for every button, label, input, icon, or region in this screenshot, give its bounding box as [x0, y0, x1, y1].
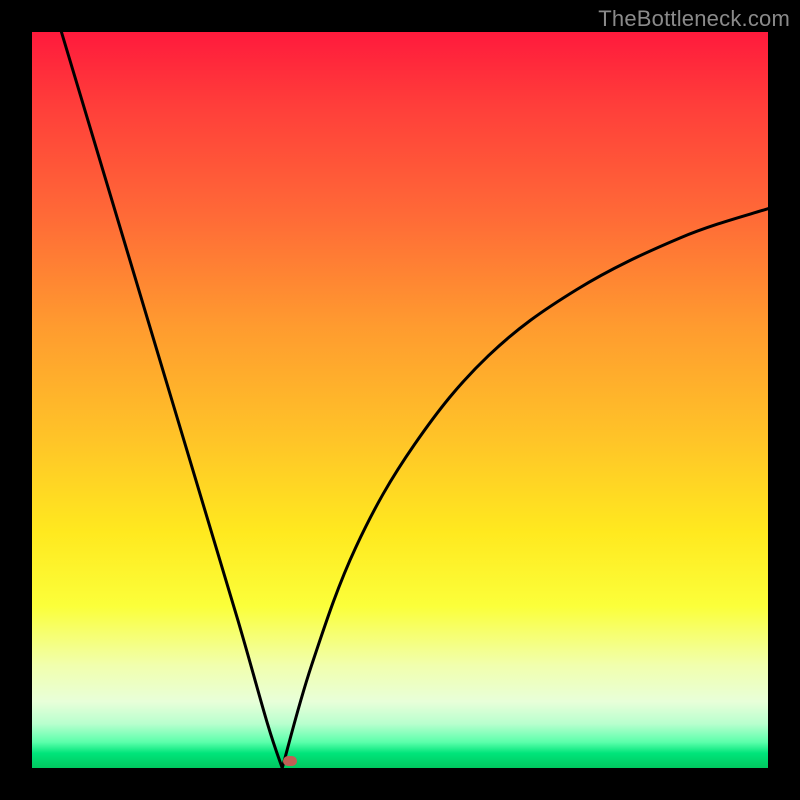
minimum-marker [283, 756, 297, 766]
bottleneck-curve [32, 32, 768, 768]
plot-area [32, 32, 768, 768]
watermark-text: TheBottleneck.com [598, 6, 790, 32]
chart-frame: TheBottleneck.com [0, 0, 800, 800]
